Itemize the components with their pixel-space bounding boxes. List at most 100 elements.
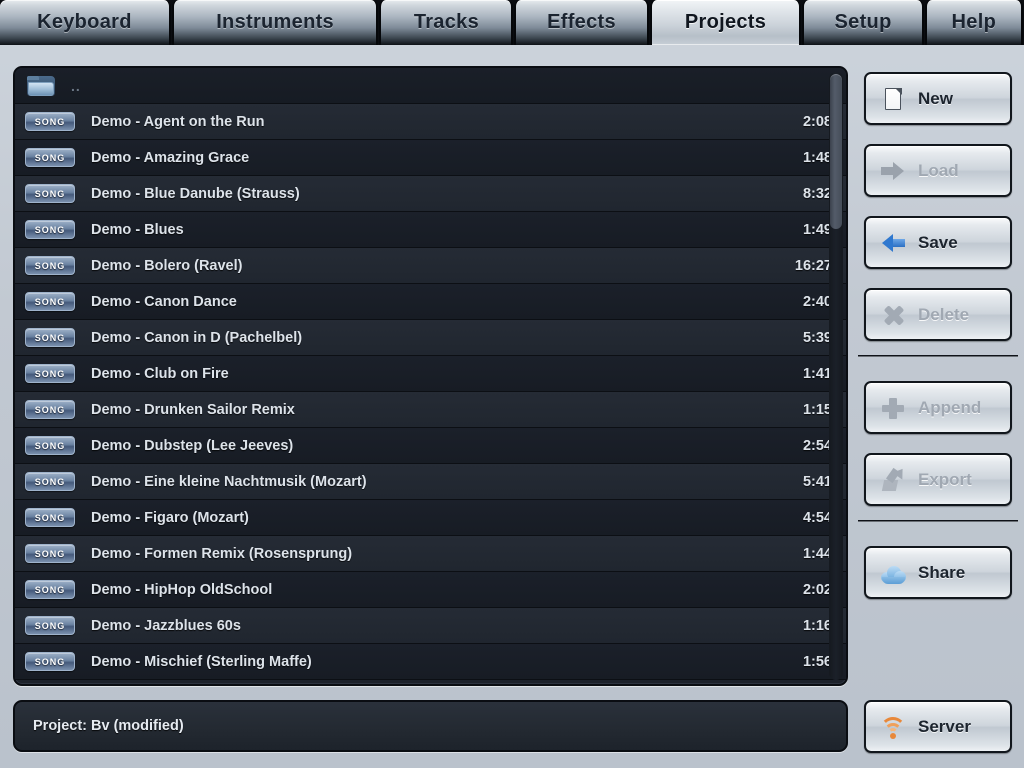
button-label: Save	[918, 233, 958, 253]
action-button-column: New Load Save Delete Append Export Share Server	[858, 62, 1018, 762]
song-name: Demo - Dubstep (Lee Jeeves)	[91, 438, 803, 454]
button-label: Load	[918, 161, 959, 181]
song-name: Demo - Amazing Grace	[91, 150, 803, 166]
song-type-badge: SONG	[25, 544, 75, 563]
song-name: Demo - HipHop OldSchool	[91, 582, 803, 598]
list-scrollbar-thumb[interactable]	[830, 74, 842, 229]
song-type-badge: SONG	[25, 436, 75, 455]
song-duration: 16:27	[795, 258, 832, 274]
button-label: Delete	[918, 305, 969, 325]
cloud-icon	[880, 560, 906, 586]
table-row[interactable]: SONG Demo - HipHop OldSchool2:02	[15, 572, 846, 608]
folder-icon	[27, 76, 55, 96]
arrow-left-icon	[880, 230, 906, 256]
table-row[interactable]: SONG Demo - Eine kleine Nachtmusik (Mozar…	[15, 464, 846, 500]
export-icon	[880, 467, 906, 493]
tab-setup[interactable]: Setup	[802, 0, 923, 45]
song-name: Demo - Canon in D (Pachelbel)	[91, 330, 803, 346]
button-label: Share	[918, 563, 965, 583]
song-type-badge: SONG	[25, 292, 75, 311]
export-button: Export	[864, 453, 1012, 506]
table-row[interactable]: SONG Demo - Jazzblues 60s1:16	[15, 608, 846, 644]
song-duration: 1:48	[803, 150, 832, 166]
save-button[interactable]: Save	[864, 216, 1012, 269]
button-label: New	[918, 89, 953, 109]
song-duration: 4:54	[803, 510, 832, 526]
song-type-badge: SONG	[25, 184, 75, 203]
song-type-badge: SONG	[25, 328, 75, 347]
song-duration: 8:32	[803, 186, 832, 202]
list-item-parent-folder[interactable]: ..	[15, 68, 846, 104]
song-duration: 1:56	[803, 654, 832, 670]
song-duration: 1:41	[803, 366, 832, 382]
tab-help[interactable]: Help	[925, 0, 1023, 45]
song-duration: 2:40	[803, 294, 832, 310]
song-name: Demo - Drunken Sailor Remix	[91, 402, 803, 418]
table-row[interactable]: SONGDemo - Dubstep (Lee Jeeves)2:54	[15, 428, 846, 464]
song-type-badge: SONG	[25, 112, 75, 131]
song-duration: 1:15	[803, 402, 832, 418]
table-row[interactable]: SONGDemo - Formen Remix (Rosensprung)1:4…	[15, 536, 846, 572]
song-duration: 5:41	[803, 474, 832, 490]
song-duration: 1:49	[803, 222, 832, 238]
song-type-badge: SONG	[25, 508, 75, 527]
button-label: Server	[918, 717, 971, 737]
song-type-badge: SONG	[25, 364, 75, 383]
tab-projects[interactable]: Projects	[650, 0, 802, 45]
song-name: Demo - Blue Danube (Strauss)	[91, 186, 803, 202]
song-type-badge: SONG	[25, 652, 75, 671]
tab-tracks[interactable]: Tracks	[379, 0, 513, 45]
project-list[interactable]: ..SONGDemo - Agent on the Run2:08SONGDem…	[15, 68, 846, 684]
parent-folder-label: ..	[71, 78, 81, 94]
song-duration: 2:08	[803, 114, 832, 130]
song-name: Demo - Club on Fire	[91, 366, 803, 382]
table-row[interactable]: SONG Demo - Drunken Sailor Remix1:15	[15, 392, 846, 428]
button-group-separator	[858, 355, 1018, 357]
song-type-badge: SONG	[25, 400, 75, 419]
song-name: Demo - Bolero (Ravel)	[91, 258, 795, 274]
song-type-badge: SONG	[25, 616, 75, 635]
song-duration: 2:02	[803, 582, 832, 598]
table-row[interactable]: SONG Demo - Club on Fire1:41	[15, 356, 846, 392]
table-row[interactable]: SONG Demo - Amazing Grace1:48	[15, 140, 846, 176]
button-label: Append	[918, 398, 981, 418]
wifi-icon	[880, 714, 906, 740]
song-type-badge: SONG	[25, 256, 75, 275]
tab-instruments[interactable]: Instruments	[172, 0, 379, 45]
plus-icon	[880, 395, 906, 421]
table-row[interactable]: SONG Demo - Figaro (Mozart)4:54	[15, 500, 846, 536]
list-scrollbar-track[interactable]	[829, 72, 843, 680]
table-row[interactable]: SONG Demo - Blues1:49	[15, 212, 846, 248]
song-name: Demo - Figaro (Mozart)	[91, 510, 803, 526]
song-type-badge: SONG	[25, 580, 75, 599]
page-icon	[880, 86, 906, 112]
song-type-badge: SONG	[25, 220, 75, 239]
song-name: Demo - Jazzblues 60s	[91, 618, 803, 634]
application-window: KeyboardInstrumentsTracksEffectsProjects…	[0, 0, 1024, 768]
table-row[interactable]: SONG Demo - Blue Danube (Strauss)8:32	[15, 176, 846, 212]
song-type-badge: SONG	[25, 472, 75, 491]
new-button[interactable]: New	[864, 72, 1012, 125]
server-button[interactable]: Server	[864, 700, 1012, 753]
song-name: Demo - Canon Dance	[91, 294, 803, 310]
project-browser-panel: ..SONGDemo - Agent on the Run2:08SONGDem…	[13, 66, 848, 686]
share-button[interactable]: Share	[864, 546, 1012, 599]
song-name: Demo - Eine kleine Nachtmusik (Mozart)	[91, 474, 803, 490]
table-row[interactable]: SONG Demo - Agent on the Run2:08	[15, 104, 846, 140]
status-bar: Project: Bv (modified)	[13, 700, 848, 752]
song-name: Demo - Blues	[91, 222, 803, 238]
song-duration: 1:44	[803, 546, 832, 562]
table-row[interactable]: SONGDemo - Mischief (Sterling Maffe)1:56	[15, 644, 846, 680]
button-group-separator	[858, 520, 1018, 522]
tab-effects[interactable]: Effects	[514, 0, 648, 45]
button-label: Export	[918, 470, 972, 490]
song-duration: 1:16	[803, 618, 832, 634]
delete-button: Delete	[864, 288, 1012, 341]
table-row[interactable]: SONG Demo - Bolero (Ravel)16:27	[15, 248, 846, 284]
song-name: Demo - Agent on the Run	[91, 114, 803, 130]
append-button: Append	[864, 381, 1012, 434]
tab-keyboard[interactable]: Keyboard	[0, 0, 171, 45]
song-type-badge: SONG	[25, 148, 75, 167]
table-row[interactable]: SONGDemo - Canon in D (Pachelbel)5:39	[15, 320, 846, 356]
table-row[interactable]: SONG Demo - Canon Dance2:40	[15, 284, 846, 320]
